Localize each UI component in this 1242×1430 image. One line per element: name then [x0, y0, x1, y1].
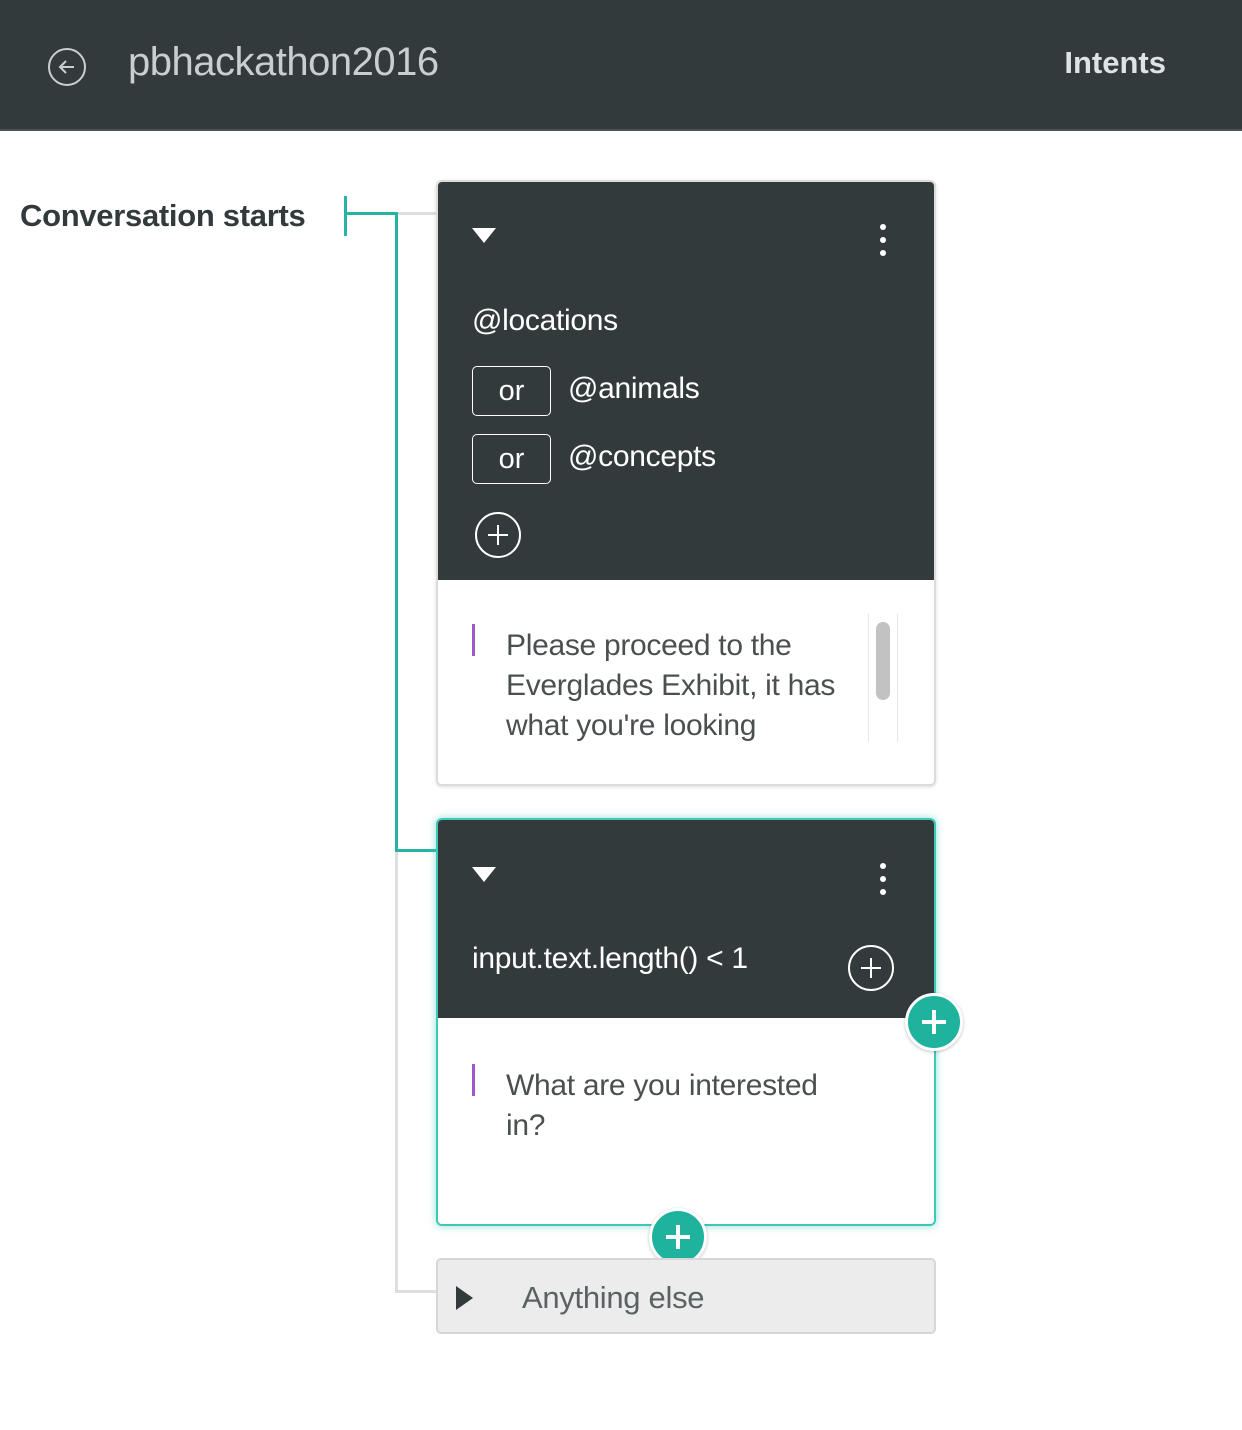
node1-connector	[398, 212, 436, 215]
back-arrow-icon[interactable]	[48, 48, 86, 86]
conversation-starts-label: Conversation starts	[20, 198, 306, 233]
more-options-icon[interactable]	[878, 863, 888, 901]
dialog-node[interactable]: @locations or @animals or @concepts Plea…	[436, 180, 936, 786]
node-response-text[interactable]: What are you interested in?	[506, 1066, 856, 1146]
response-scrollbar[interactable]	[868, 614, 898, 742]
tree-trunk	[395, 212, 398, 852]
node-response-panel: What are you interested in?	[438, 1018, 934, 1224]
node-condition-panel: input.text.length() < 1	[438, 820, 934, 1018]
response-marker	[472, 1064, 475, 1096]
node-response-text[interactable]: Please proceed to the Everglades Exhibit…	[506, 626, 846, 746]
add-condition-icon[interactable]	[848, 945, 894, 991]
node-condition[interactable]: input.text.length() < 1	[472, 942, 748, 976]
dialog-node-selected[interactable]: input.text.length() < 1 What are you int…	[436, 818, 936, 1226]
trunk-continuation	[395, 852, 398, 1293]
or-condition-value[interactable]: @animals	[568, 372, 700, 406]
scrollbar-thumb[interactable]	[876, 622, 890, 700]
collapse-caret-icon[interactable]	[472, 228, 496, 243]
collapse-caret-icon[interactable]	[472, 867, 496, 882]
intents-nav-link[interactable]: Intents	[1064, 45, 1166, 81]
root-connector	[346, 212, 398, 215]
fallback-connector	[395, 1290, 436, 1293]
response-marker	[472, 624, 475, 656]
or-condition-value[interactable]: @concepts	[568, 440, 716, 474]
root-bracket	[344, 196, 347, 236]
top-bar: pbhackathon2016 Intents	[0, 0, 1242, 131]
or-operator-button[interactable]: or	[472, 366, 551, 416]
add-condition-icon[interactable]	[475, 512, 521, 558]
expand-play-icon[interactable]	[456, 1286, 473, 1310]
add-child-node-button[interactable]	[905, 993, 963, 1051]
node-condition-panel: @locations or @animals or @concepts	[438, 182, 934, 580]
more-options-icon[interactable]	[878, 224, 888, 262]
workspace-title: pbhackathon2016	[128, 40, 439, 84]
or-operator-button[interactable]: or	[472, 434, 551, 484]
node2-connector	[395, 849, 436, 852]
anything-else-node[interactable]: Anything else	[436, 1258, 936, 1334]
anything-else-label: Anything else	[522, 1280, 705, 1315]
node-response-panel: Please proceed to the Everglades Exhibit…	[438, 580, 934, 784]
node-condition[interactable]: @locations	[472, 304, 618, 338]
